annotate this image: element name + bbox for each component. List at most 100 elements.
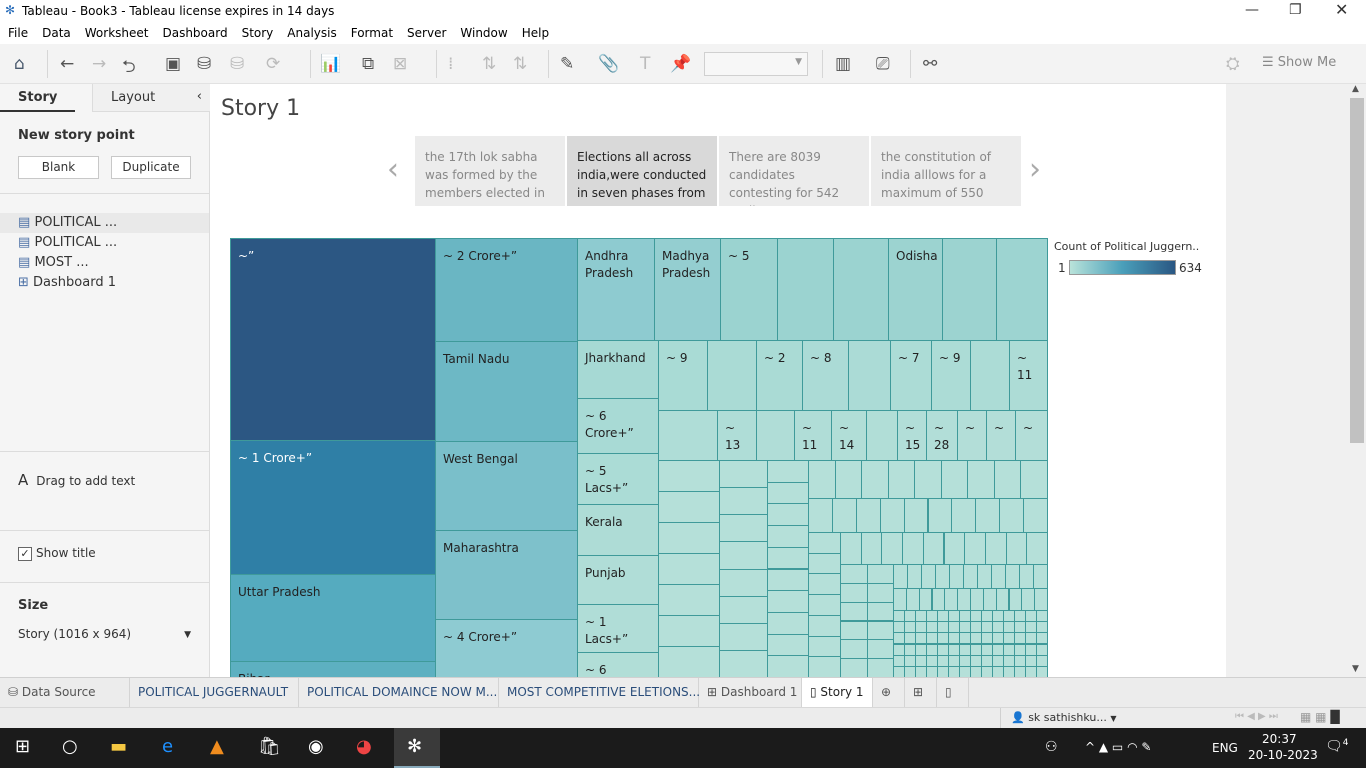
- sort-asc-icon[interactable]: ⇅: [482, 54, 496, 74]
- treemap-cell[interactable]: [927, 498, 953, 533]
- treemap-cell[interactable]: [903, 498, 929, 533]
- edge-icon[interactable]: e: [162, 736, 173, 757]
- treemap-cell[interactable]: [931, 588, 946, 611]
- show-title-checkbox[interactable]: ✓ Show title: [18, 546, 96, 561]
- tab-dashboard[interactable]: ⊞ Dashboard 1: [699, 678, 802, 707]
- treemap-cell[interactable]: [777, 238, 834, 341]
- next-point-arrow[interactable]: ›: [1029, 152, 1041, 187]
- sheet-item[interactable]: ▤ MOST ...: [18, 255, 89, 270]
- file-explorer-icon[interactable]: ▬: [110, 736, 127, 757]
- treemap-cell[interactable]: [840, 620, 868, 641]
- treemap-cell[interactable]: [907, 564, 922, 589]
- treemap-cell[interactable]: [935, 564, 950, 589]
- treemap-cell[interactable]: Madhya Pradesh: [654, 238, 721, 341]
- clock-date[interactable]: 20-10-2023: [1248, 748, 1318, 762]
- treemap-cell[interactable]: [719, 487, 768, 516]
- treemap-cell[interactable]: [719, 622, 768, 651]
- tab-sheet[interactable]: MOST COMPETITIVE ELETIONS...: [499, 678, 700, 707]
- treemap-cell[interactable]: ~ 9: [658, 340, 708, 411]
- treemap-cell[interactable]: [808, 573, 841, 596]
- treemap-cell[interactable]: [1026, 532, 1048, 565]
- view-toggle-icons[interactable]: ▦ ▦ █: [1300, 710, 1340, 724]
- treemap-cell[interactable]: [893, 564, 908, 589]
- treemap-cell[interactable]: [719, 514, 768, 543]
- treemap-cell[interactable]: [1008, 588, 1023, 611]
- treemap-cell[interactable]: [658, 615, 720, 647]
- story-point[interactable]: the constitution of india alllows for a …: [871, 136, 1021, 206]
- size-dropdown[interactable]: Story (1016 x 964) ▼: [18, 627, 193, 647]
- story-point[interactable]: the 17th lok sabha was formed by the mem…: [415, 136, 565, 206]
- drag-text-item[interactable]: A Drag to add text: [18, 471, 135, 489]
- user-menu[interactable]: 👤 sk sathishku... ▼: [1000, 708, 1128, 728]
- datasource-icon[interactable]: ⛁: [230, 54, 244, 74]
- treemap-cell[interactable]: ~: [986, 410, 1016, 461]
- treemap-cell[interactable]: ~ 14: [831, 410, 867, 461]
- treemap-cell[interactable]: Maharashtra: [435, 530, 578, 620]
- treemap-cell[interactable]: ~ 6 Crore+”: [577, 398, 659, 454]
- sheet-item[interactable]: ▤ POLITICAL ...: [18, 235, 117, 250]
- treemap-cell[interactable]: [658, 410, 718, 461]
- treemap-cell[interactable]: [840, 564, 868, 584]
- treemap-cell[interactable]: ~ 1 Lacs+”: [577, 604, 659, 653]
- swap-icon[interactable]: ⁞: [448, 54, 453, 74]
- treemap-cell[interactable]: [767, 568, 809, 592]
- share-icon[interactable]: ⚯: [923, 54, 937, 74]
- new-worksheet-tab-icon[interactable]: ⊕: [873, 678, 905, 707]
- treemap-cell[interactable]: [840, 658, 868, 677]
- tab-story[interactable]: Story: [0, 84, 76, 112]
- cards-icon[interactable]: ▥: [835, 54, 851, 74]
- treemap-cell[interactable]: [767, 655, 809, 677]
- treemap-cell[interactable]: ~ 11: [794, 410, 832, 461]
- treemap-cell[interactable]: ~ 5: [720, 238, 778, 341]
- story-point[interactable]: There are 8039 candidates contesting for…: [719, 136, 869, 206]
- treemap-cell[interactable]: [940, 460, 969, 499]
- treemap-cell[interactable]: [999, 498, 1025, 533]
- tab-story-active[interactable]: ▯ Story 1: [802, 678, 873, 707]
- treemap-cell[interactable]: Bihar: [230, 661, 436, 677]
- treemap-cell[interactable]: [808, 552, 841, 575]
- treemap-cell[interactable]: [984, 532, 1007, 565]
- treemap-cell[interactable]: [848, 340, 891, 411]
- save-icon[interactable]: ▣: [165, 54, 181, 74]
- treemap-cell[interactable]: West Bengal: [435, 441, 578, 531]
- menu-analysis[interactable]: Analysis: [279, 24, 342, 40]
- treemap-cell[interactable]: [855, 498, 881, 533]
- treemap-cell[interactable]: ~ 7: [890, 340, 932, 411]
- treemap-cell[interactable]: Tamil Nadu: [435, 341, 578, 442]
- treemap-cell[interactable]: Jharkhand: [577, 340, 659, 399]
- treemap-cell[interactable]: [831, 498, 857, 533]
- notification-icon[interactable]: 🗨4: [1325, 738, 1349, 755]
- treemap-cell[interactable]: ~ 4 Crore+”: [435, 619, 578, 677]
- treemap-cell[interactable]: [840, 582, 868, 603]
- duplicate-sheet-icon[interactable]: ⧉: [362, 54, 374, 74]
- treemap-cell[interactable]: Andhra Pradesh: [577, 238, 655, 341]
- store-icon[interactable]: 🛍: [258, 736, 281, 757]
- treemap-cell[interactable]: [866, 410, 898, 461]
- treemap-cell[interactable]: [1005, 532, 1028, 565]
- treemap-cell[interactable]: [944, 588, 959, 611]
- clear-sheet-icon[interactable]: ⊠: [393, 54, 407, 74]
- treemap-cell[interactable]: [834, 460, 863, 499]
- treemap-cell[interactable]: [767, 633, 809, 657]
- treemap-cell[interactable]: ~ 2: [756, 340, 803, 411]
- fit-dropdown[interactable]: ▼: [704, 52, 808, 76]
- treemap-cell[interactable]: [977, 564, 992, 589]
- treemap-cell[interactable]: [951, 498, 977, 533]
- treemap-cell[interactable]: [949, 564, 964, 589]
- treemap-cell[interactable]: [967, 460, 995, 499]
- tab-layout[interactable]: Layout ‹: [92, 84, 210, 112]
- new-dashboard-tab-icon[interactable]: ⊞: [905, 678, 937, 707]
- sort-desc-icon[interactable]: ⇅: [513, 54, 527, 74]
- treemap-cell[interactable]: [1020, 460, 1048, 499]
- treemap-cell[interactable]: [840, 601, 868, 622]
- new-worksheet-icon[interactable]: 📊: [320, 54, 341, 74]
- treemap-cell[interactable]: ~ 15: [897, 410, 927, 461]
- treemap-cell[interactable]: [866, 601, 894, 622]
- treemap-cell[interactable]: [921, 564, 936, 589]
- treemap-cell[interactable]: [767, 481, 809, 505]
- blank-button[interactable]: Blank: [18, 156, 99, 179]
- redo-icon[interactable]: →: [92, 54, 106, 74]
- treemap-cell[interactable]: [866, 639, 894, 660]
- treemap-cell[interactable]: [808, 498, 833, 533]
- treemap-cell[interactable]: [767, 503, 809, 527]
